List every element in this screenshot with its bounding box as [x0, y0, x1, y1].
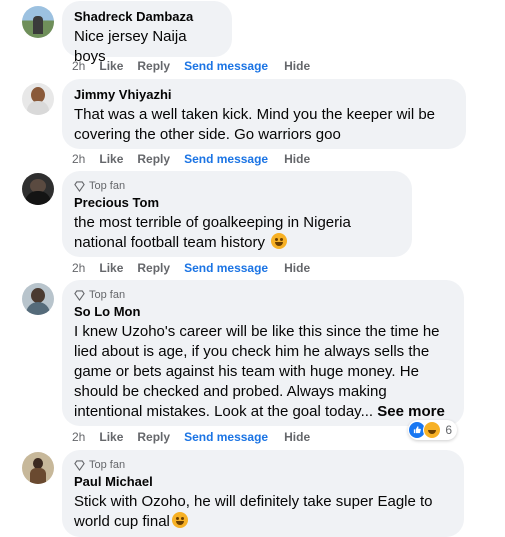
like-button[interactable]: Like: [99, 152, 123, 166]
commenter-name[interactable]: So Lo Mon: [74, 304, 452, 320]
send-message-button[interactable]: Send message: [184, 261, 268, 275]
commenter-name[interactable]: Paul Michael: [74, 474, 452, 490]
grinning-emoji-icon: [171, 512, 188, 528]
see-more-link[interactable]: See more: [377, 403, 445, 420]
commenter-name[interactable]: Jimmy Vhiyazhi: [74, 87, 454, 103]
badge-label: Top fan: [89, 180, 126, 192]
comment-actions: 2h Like Reply Send message Hide: [72, 151, 310, 167]
reply-button[interactable]: Reply: [137, 261, 170, 275]
hide-button[interactable]: Hide: [284, 430, 310, 444]
hide-button[interactable]: Hide: [284, 59, 310, 73]
reply-button[interactable]: Reply: [137, 430, 170, 444]
avatar[interactable]: [22, 173, 54, 205]
send-message-button[interactable]: Send message: [184, 152, 268, 166]
like-button[interactable]: Like: [99, 430, 123, 444]
avatar[interactable]: [22, 452, 54, 484]
comment-time[interactable]: 2h: [72, 59, 85, 73]
diamond-icon: [74, 289, 85, 301]
avatar[interactable]: [22, 283, 54, 315]
top-fan-badge: Top fan: [74, 179, 400, 193]
commenter-name[interactable]: Shadreck Dambaza: [74, 9, 220, 25]
haha-reaction-icon: [423, 421, 442, 439]
like-button[interactable]: Like: [99, 261, 123, 275]
comment-text: the most terrible of goalkeeping in Nige…: [74, 213, 400, 253]
comment-bubble: Jimmy Vhiyazhi That was a well taken kic…: [62, 79, 466, 149]
comment-bubble: Top fan Paul Michael Stick with Ozoho, h…: [62, 450, 464, 537]
comment-text: That was a well taken kick. Mind you the…: [74, 106, 436, 143]
comment-bubble: Top fan Precious Tom the most terrible o…: [62, 171, 412, 257]
comment-actions: 2h Like Reply Send message Hide: [72, 429, 310, 445]
comment-bubble: Top fan So Lo Mon I knew Uzoho's career …: [62, 280, 464, 426]
comment-actions: 2h Like Reply Send message Hide: [72, 260, 310, 276]
commenter-name[interactable]: Precious Tom: [74, 195, 400, 211]
badge-label: Top fan: [89, 289, 126, 301]
reaction-count: 6: [445, 423, 452, 437]
reply-button[interactable]: Reply: [137, 152, 170, 166]
hide-button[interactable]: Hide: [284, 152, 310, 166]
comment-time[interactable]: 2h: [72, 261, 85, 275]
reply-button[interactable]: Reply: [137, 59, 170, 73]
avatar[interactable]: [22, 6, 54, 38]
comment-text: Stick with Ozoho, he will definitely tak…: [74, 492, 452, 532]
comment-text-body: the most terrible of goalkeeping in Nige…: [74, 214, 351, 251]
top-fan-badge: Top fan: [74, 458, 452, 472]
comment-actions: 2h Like Reply Send message Hide: [72, 58, 310, 74]
comment-text: I knew Uzoho's career will be like this …: [74, 322, 452, 422]
like-button[interactable]: Like: [99, 59, 123, 73]
send-message-button[interactable]: Send message: [184, 430, 268, 444]
hide-button[interactable]: Hide: [284, 261, 310, 275]
comment-time[interactable]: 2h: [72, 430, 85, 444]
diamond-icon: [74, 180, 85, 192]
comment-text-body: Stick with Ozoho, he will definitely tak…: [74, 493, 433, 530]
comment-bubble: Shadreck Dambaza Nice jersey Naija boys: [62, 1, 232, 65]
avatar[interactable]: [22, 83, 54, 115]
badge-label: Top fan: [89, 459, 126, 471]
diamond-icon: [74, 459, 85, 471]
send-message-button[interactable]: Send message: [184, 59, 268, 73]
comment-time[interactable]: 2h: [72, 152, 85, 166]
grimace-emoji-icon: [271, 233, 288, 249]
reaction-summary[interactable]: 6: [408, 420, 457, 440]
top-fan-badge: Top fan: [74, 288, 452, 302]
